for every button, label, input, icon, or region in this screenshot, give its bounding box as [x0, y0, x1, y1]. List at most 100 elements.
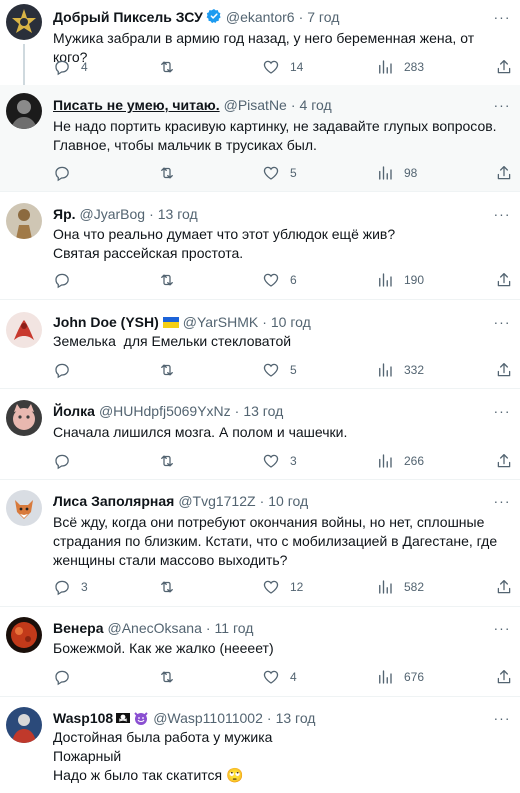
reply-button[interactable] — [53, 358, 71, 382]
like-button[interactable]: 14 — [262, 55, 303, 79]
tweet-text-line: Всё жду, когда они потребуют окончания в… — [53, 514, 485, 530]
retweet-button[interactable] — [158, 358, 176, 382]
reply-icon — [55, 166, 69, 182]
timestamp[interactable]: 13 год — [158, 206, 198, 222]
like-button[interactable]: 6 — [262, 268, 297, 292]
display-name[interactable]: John Doe (YSH) — [53, 314, 159, 330]
timestamp[interactable]: 13 год — [276, 710, 316, 726]
more-icon[interactable]: ··· — [492, 618, 512, 638]
heart-icon — [263, 363, 279, 377]
user-handle[interactable]: @Tvg1712Z — [178, 493, 255, 509]
display-name[interactable]: Добрый Пиксель ЗСУ — [53, 9, 203, 25]
avatar[interactable] — [6, 312, 42, 348]
avatar[interactable] — [6, 93, 42, 129]
share-button[interactable] — [495, 161, 513, 185]
display-name[interactable]: Wasp108 — [53, 710, 113, 726]
share-button[interactable] — [495, 449, 513, 473]
display-name[interactable]: Лиса Заполярная — [53, 493, 174, 509]
user-handle[interactable]: @Wasp11011002 — [153, 710, 263, 726]
reply-button[interactable] — [53, 665, 71, 689]
user-handle[interactable]: @YarSHMK — [183, 314, 258, 330]
reply-button[interactable] — [53, 161, 71, 185]
timestamp[interactable]: 13 год — [243, 403, 283, 419]
tweet-text: Сначала лишился мозга. А полом и чашечки… — [53, 423, 510, 442]
more-icon[interactable]: ··· — [492, 7, 512, 27]
separator-dot: · — [262, 314, 267, 330]
views-icon — [379, 166, 392, 180]
timestamp[interactable]: 4 год — [300, 97, 332, 113]
tweet-text-line: Надо ж было так скатится 🙄 — [53, 767, 244, 783]
share-icon — [497, 669, 511, 684]
avatar[interactable] — [6, 203, 42, 239]
retweet-button[interactable] — [158, 575, 176, 599]
display-name[interactable]: Йолка — [53, 403, 95, 419]
retweet-button[interactable] — [158, 55, 176, 79]
views-button[interactable]: 283 — [376, 55, 424, 79]
display-name[interactable]: Писать не умею, читаю. — [53, 97, 220, 113]
tweet-7[interactable]: Wasp108 @Wasp11011002 · 13 год ··· Досто… — [0, 697, 520, 793]
like-button[interactable]: 5 — [262, 358, 297, 382]
tweet-header: Лиса Заполярная @Tvg1712Z · 10 год — [53, 491, 490, 511]
tweet-text-line: Она что реально думает что этот ублюдок … — [53, 226, 396, 242]
avatar[interactable] — [6, 617, 42, 653]
views-button[interactable]: 98 — [376, 161, 417, 185]
like-button[interactable]: 3 — [262, 449, 297, 473]
more-icon[interactable]: ··· — [492, 491, 512, 511]
tweet-2[interactable]: Яр. @JyarBog · 13 год ··· Она что реальн… — [0, 192, 520, 300]
tweet-3[interactable]: John Doe (YSH) @YarSHMK · 10 год ··· Зем… — [0, 300, 520, 389]
avatar[interactable] — [6, 400, 42, 436]
display-name[interactable]: Яр. — [53, 206, 76, 222]
more-icon[interactable]: ··· — [492, 401, 512, 421]
timestamp[interactable]: 10 год — [271, 314, 311, 330]
more-icon[interactable]: ··· — [492, 204, 512, 224]
reply-button[interactable]: 4 — [53, 55, 88, 79]
share-button[interactable] — [495, 575, 513, 599]
separator-dot: · — [205, 620, 211, 636]
like-count: 12 — [290, 580, 304, 594]
avatar[interactable] — [6, 707, 42, 743]
tweet-5[interactable]: Лиса Заполярная @Tvg1712Z · 10 год ··· В… — [0, 480, 520, 607]
user-handle[interactable]: @AnecOksana — [107, 620, 201, 636]
avatar[interactable] — [6, 490, 42, 526]
like-count: 5 — [290, 363, 297, 377]
user-handle[interactable]: @HUHdpfj5069YxNz — [99, 403, 231, 419]
reply-button[interactable] — [53, 268, 71, 292]
like-button[interactable]: 12 — [262, 575, 303, 599]
like-button[interactable]: 5 — [262, 161, 297, 185]
tweet-header: Добрый Пиксель ЗСУ @ekantor6 · 7 год — [53, 7, 490, 27]
retweet-button[interactable] — [158, 161, 176, 185]
reply-button[interactable] — [53, 449, 71, 473]
retweet-button[interactable] — [158, 449, 176, 473]
user-handle[interactable]: @ekantor6 — [226, 9, 295, 25]
tweet-1[interactable]: Писать не умею, читаю. @PisatNe · 4 год … — [0, 85, 520, 192]
more-icon[interactable]: ··· — [492, 95, 512, 115]
display-name[interactable]: Венера — [53, 620, 103, 636]
views-button[interactable]: 582 — [376, 575, 424, 599]
share-button[interactable] — [495, 55, 513, 79]
timestamp[interactable]: 10 год — [268, 493, 308, 509]
share-button[interactable] — [495, 358, 513, 382]
views-button[interactable]: 332 — [376, 358, 424, 382]
share-button[interactable] — [495, 665, 513, 689]
like-button[interactable]: 4 — [262, 665, 297, 689]
retweet-button[interactable] — [158, 268, 176, 292]
more-icon[interactable]: ··· — [492, 312, 512, 332]
like-count: 3 — [290, 454, 297, 468]
tweet-6[interactable]: Венера @AnecOksana · 11 год ··· Божежмой… — [0, 607, 520, 697]
user-handle[interactable]: @JyarBog — [80, 206, 146, 222]
views-button[interactable]: 190 — [376, 268, 424, 292]
avatar[interactable] — [6, 4, 42, 40]
more-icon[interactable]: ··· — [492, 708, 512, 728]
separator-dot: · — [259, 493, 265, 509]
reply-button[interactable]: 3 — [53, 575, 88, 599]
separator-dot: · — [266, 710, 272, 726]
tweet-0[interactable]: Добрый Пиксель ЗСУ @ekantor6 · 7 год ···… — [0, 0, 520, 85]
views-button[interactable]: 266 — [376, 449, 424, 473]
views-button[interactable]: 676 — [376, 665, 424, 689]
tweet-4[interactable]: Йолка @HUHdpfj5069YxNz · 13 год ··· Снач… — [0, 389, 520, 480]
share-button[interactable] — [495, 268, 513, 292]
retweet-button[interactable] — [158, 665, 176, 689]
timestamp[interactable]: 7 год — [307, 9, 339, 25]
user-handle[interactable]: @PisatNe — [224, 97, 287, 113]
timestamp[interactable]: 11 год — [215, 620, 254, 636]
